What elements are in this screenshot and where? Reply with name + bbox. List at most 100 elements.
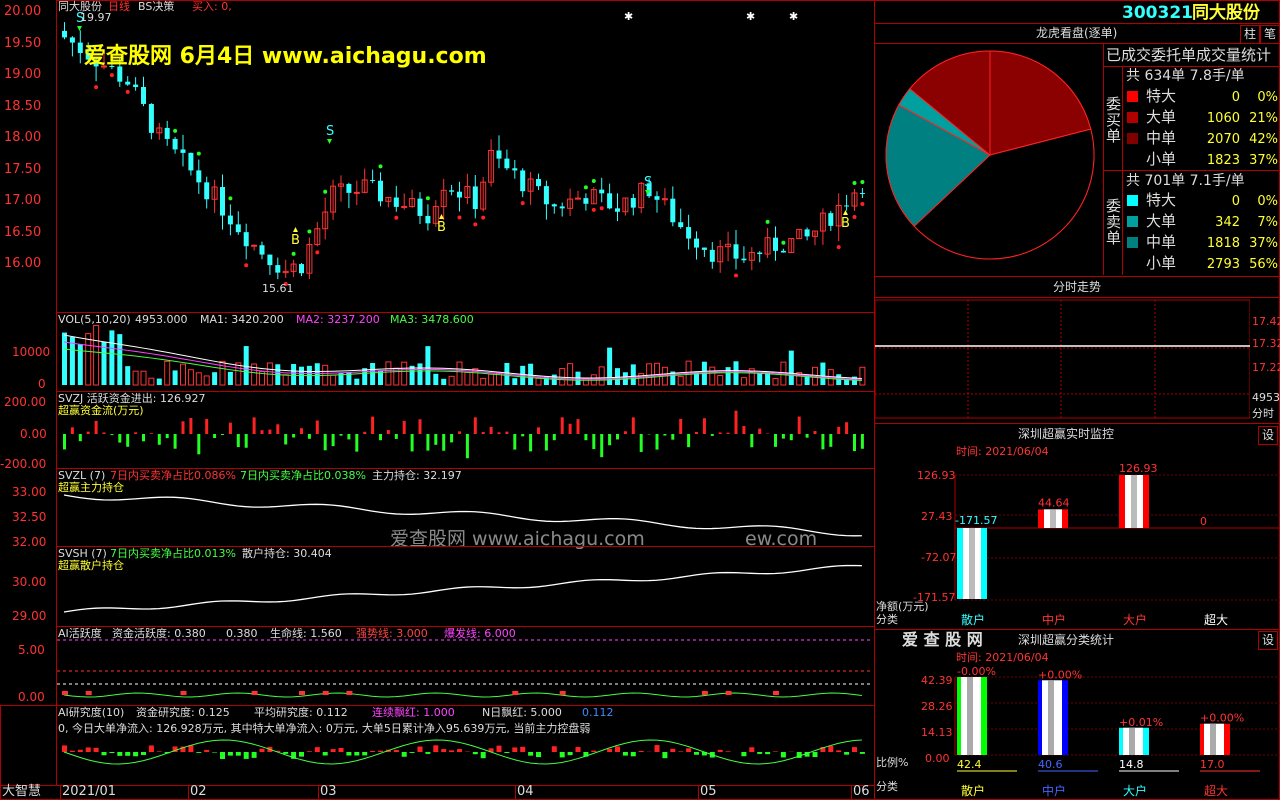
row-label: 小单 [1146,150,1177,168]
intraday-frame [875,299,1250,419]
monitor-top-line [875,423,1280,424]
x-tick: 04 [517,784,534,799]
vol-bar [456,361,463,386]
monitor-category: 散户 [961,612,985,627]
ai1-t5: 爆发线: 6.000 [444,627,516,640]
vol-bar [101,341,107,385]
legend-swatch [1127,112,1138,123]
vol-bar [488,373,495,386]
row-label: 特大 [1146,191,1177,209]
vol-bar [203,375,210,386]
row-value: 1060 [1206,111,1240,126]
row-label: 小单 [1146,254,1177,272]
vol-bar [677,375,684,386]
vol-bar [615,368,620,385]
ai2-t3: 连续飘红: 1.000 [372,706,455,719]
ai1-tick-5: 5.00 [18,643,45,657]
vol-bar [282,374,289,386]
ai2-t4: N日飘红: 5.000 [482,706,562,719]
row-pct: 37% [1249,153,1278,168]
vol-bar [370,363,376,385]
monitor-settings-button[interactable]: 设 [1258,426,1278,445]
x-tick-mark [60,785,61,800]
vol-bar [85,333,92,386]
legend-swatch [1127,195,1138,206]
vol-bar [125,366,131,385]
monitor-bar-label: 44.64 [1038,496,1070,509]
pie-chart[interactable] [880,50,1100,270]
vol-bar [93,324,100,386]
intraday-top-line [875,276,1280,277]
vol-bar [820,362,826,385]
monitor-category: 超大 [1204,612,1228,627]
stat-bar-value: 14.8 [1119,758,1144,771]
monitor-bar-label: -171.57 [955,514,997,527]
stat-ylabel: 比例% [876,756,909,769]
vol-bar [567,363,574,386]
vol-bar [62,332,67,385]
vol-ma3: MA3: 3478.600 [390,313,474,326]
stat-category: 散户 [961,783,985,798]
stock-code: 300321 [1122,3,1193,23]
x-tick: 02 [190,784,207,799]
svsh-tick-30: 30.00 [12,575,47,589]
line-mode-button[interactable]: 笔 [1260,25,1280,44]
sell-side-label: 委卖单 [1106,197,1122,247]
monitor-bar-shade [1050,509,1056,528]
vol-bar [448,375,455,386]
vol-bar [132,370,139,386]
vol-bar [646,363,653,386]
vol-bar [164,360,171,386]
pie-title: 龙虎看盘(逐单) [1036,26,1118,40]
stat-brand: 爱 查 股 网 [902,630,983,649]
buy-total: 共 634单 7.8手/单 [1126,68,1245,84]
vol-bar [528,363,534,385]
intraday-chart[interactable] [875,298,1250,423]
ai2-t1: 资金研究度: 0.125 [136,706,230,719]
svzj-tick-0: 0.00 [20,427,47,441]
svsh-subtitle: 超赢散户持仓 [58,559,124,572]
vol-bar [757,373,763,385]
stock-title: 同大股份 [1192,3,1260,23]
monitor-bar-shade [969,528,975,599]
intraday-tick: 17.22 [1252,361,1280,374]
monitor-ylabel: 净额(万元) [876,600,929,613]
row-pct: 0% [1257,90,1278,105]
stat-time: 时间: 2021/06/04 [956,651,1049,664]
intraday-tick: 17.32 [1252,337,1280,350]
vol-bar [630,364,636,385]
row-pct: 56% [1249,257,1278,272]
bar-mode-button[interactable]: 柱 [1240,25,1260,44]
intraday-tick: 分时 [1252,407,1274,420]
stat-bar-shade [1048,680,1054,755]
svzl-t3: 7日内买卖净占比0.038% [240,469,366,482]
row-label: 大单 [1146,212,1177,230]
vol-ma3-line [63,348,862,382]
x-tick-mark [698,785,699,800]
vol-bar [195,372,202,386]
vol-bar [314,363,320,385]
row-value: 2070 [1206,132,1240,147]
monitor-time: 时间: 2021/06/04 [956,445,1049,458]
ai1-t3: 生命线: 1.560 [270,627,342,640]
stat-bar-top-label: +0.01% [1119,716,1163,729]
stat-bar-value: 42.4 [957,758,982,771]
ai1-title: AI活跃度 [58,627,102,640]
vol-bar [212,372,218,385]
svsh-t2: 7日内买卖净占比0.013% [110,547,236,560]
stat-tick: 42.39 [921,674,953,687]
monitor-bar-chart[interactable]: -171.57 散户 44.64 中户 126.93 大户 0 超大 [875,460,1280,630]
vol-bar [535,377,542,386]
stat-xlabel: 分类 [876,780,898,793]
stat-settings-button[interactable]: 设 [1258,631,1278,650]
monitor-bar-shade [1131,475,1137,528]
vol-bar [512,378,518,385]
vol-ma2-line [63,341,862,380]
row-label: 中单 [1146,233,1177,251]
vol-bar [109,330,115,385]
stats-line1 [1103,66,1280,67]
monitor-tick: 126.93 [917,469,956,482]
vol-title: VOL(5,10,20) [58,313,131,326]
monitor-tick: 27.43 [921,510,953,523]
stat-bar-value: 17.0 [1200,758,1225,771]
